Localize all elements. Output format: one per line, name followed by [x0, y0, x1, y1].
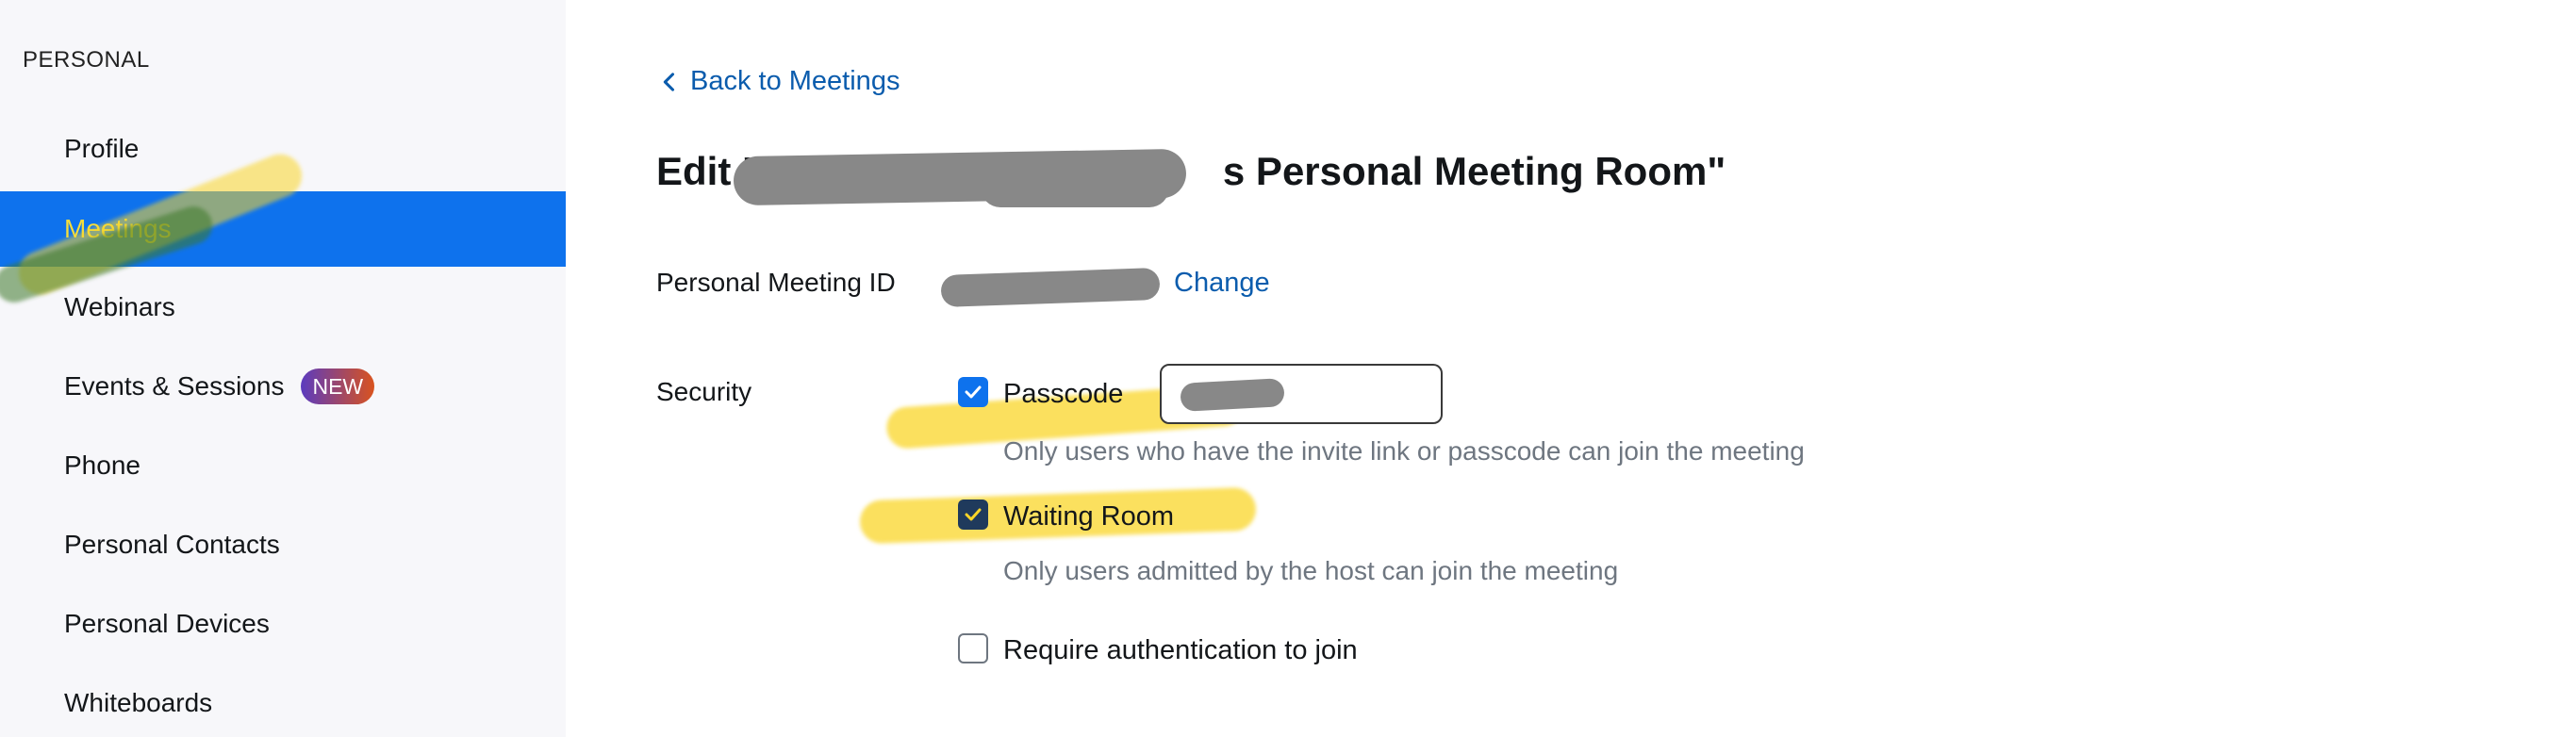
require-auth-checkbox[interactable]: [958, 633, 988, 663]
change-pmi-link[interactable]: Change: [1174, 268, 1270, 299]
sidebar-item-label: Personal Devices: [64, 609, 270, 638]
sidebar-item-phone[interactable]: Phone: [0, 428, 566, 503]
sidebar-item-whiteboards[interactable]: Whiteboards: [0, 665, 566, 737]
back-link-label: Back to Meetings: [690, 66, 900, 96]
waiting-room-label: Waiting Room: [1003, 501, 1175, 532]
sidebar-item-label: Webinars: [64, 292, 175, 321]
waiting-room-checkbox[interactable]: [958, 500, 988, 530]
sidebar: PERSONAL Profile Meetings Webinars Event…: [0, 0, 566, 737]
passcode-label: Passcode: [1003, 379, 1124, 409]
security-label: Security: [656, 377, 752, 406]
sidebar-item-personal-contacts[interactable]: Personal Contacts: [0, 507, 566, 582]
require-auth-label: Require authentication to join: [1003, 635, 1358, 665]
checkmark-icon: [965, 385, 982, 399]
sidebar-item-webinars[interactable]: Webinars: [0, 270, 566, 345]
passcode-description: Only users who have the invite link or p…: [1003, 436, 1805, 466]
main-content: Back to Meetings Edit " s Personal Meetin…: [566, 0, 2576, 737]
sidebar-item-label: Events & Sessions: [64, 371, 285, 401]
sidebar-item-label: Whiteboards: [64, 688, 213, 717]
checkmark-icon: [965, 508, 982, 521]
waiting-room-description: Only users admitted by the host can join…: [1003, 556, 1619, 585]
sidebar-item-label: Profile: [64, 134, 140, 163]
new-badge: NEW: [301, 368, 375, 404]
sidebar-item-label: Phone: [64, 450, 140, 480]
chevron-left-icon: [663, 72, 675, 91]
back-to-meetings-link[interactable]: Back to Meetings: [656, 66, 900, 97]
pmi-label: Personal Meeting ID: [656, 268, 896, 297]
sidebar-item-events-sessions[interactable]: Events & Sessions NEW: [0, 349, 566, 424]
sidebar-section-title: PERSONAL: [23, 47, 150, 73]
redaction-mark: [940, 267, 1161, 308]
passcode-checkbox[interactable]: [958, 377, 988, 407]
redaction-mark: [981, 168, 1169, 207]
sidebar-item-personal-devices[interactable]: Personal Devices: [0, 586, 566, 662]
sidebar-item-label: Personal Contacts: [64, 530, 280, 559]
redaction-mark: [1180, 378, 1285, 412]
